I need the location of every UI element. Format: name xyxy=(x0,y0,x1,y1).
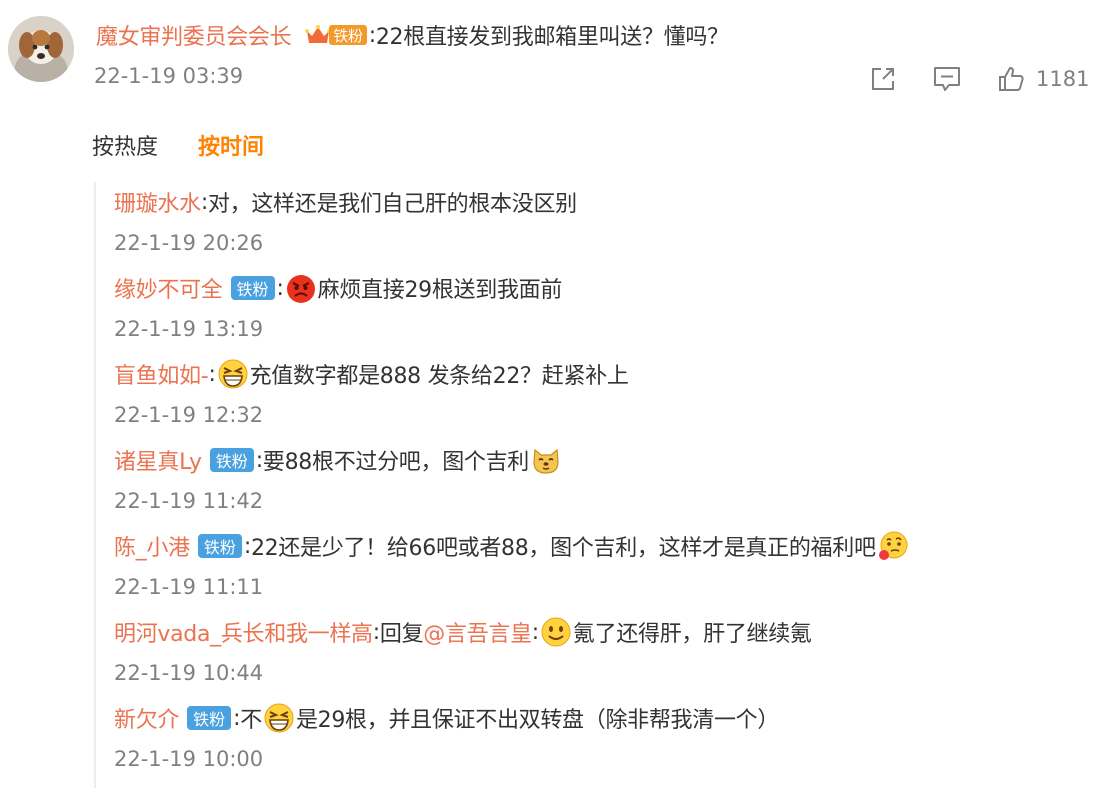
reply-item: 新欠介 铁粉 : 不 是29根，并且保证不出双转盘（除非帮我清一个） 22-1-… xyxy=(114,702,779,774)
reply-text-before: 不 xyxy=(240,708,262,733)
reply-username[interactable]: 珊璇水水 xyxy=(114,186,201,218)
angry-face-emoji xyxy=(286,275,315,303)
reply-item: 缘妙不可全 铁粉 : 麻烦直接29根送到我面前 22-1-19 13:19 xyxy=(114,272,562,344)
reply-separator: : xyxy=(255,447,263,473)
fan-badge[interactable]: 铁粉 xyxy=(305,23,367,47)
reply-item: 盲鱼如如- : 充值数字都是888 发条给22？赶紧补上 22-1-19 12:… xyxy=(114,358,629,430)
top-comment-text: 22根直接发到我邮箱里叫送？懂吗？ xyxy=(375,25,729,50)
reply-separator: : xyxy=(233,705,241,731)
reply-time: 22-1-19 10:44 xyxy=(114,661,264,685)
share-button[interactable] xyxy=(866,62,900,96)
like-button[interactable] xyxy=(994,62,1028,96)
reply-item: 陈_小港 铁粉 : 22还是少了！给66吧或者88，图个吉利，这样才是真正的福利… xyxy=(114,530,910,602)
reply-text: 对，这样还是我们自己肝的根本没区别 xyxy=(207,192,577,217)
reply-text: 麻烦直接29根送到我面前 xyxy=(317,278,563,303)
fan-badge-label: 铁粉 xyxy=(329,25,367,45)
reply-mention[interactable]: @言吾言皇 xyxy=(423,616,532,648)
fan-badge[interactable]: 铁粉 xyxy=(187,706,232,730)
reply-text: 要88根不过分吧，图个吉利 xyxy=(262,450,530,475)
comment-actions: 1181 xyxy=(866,62,1089,96)
reply-username[interactable]: 陈_小港 xyxy=(114,530,190,562)
reply-text: 22还是少了！给66吧或者88，图个吉利，这样才是真正的福利吧 xyxy=(250,536,876,561)
reply-separator: : xyxy=(200,189,208,215)
tab-sort-by-time[interactable]: 按时间 xyxy=(198,129,264,161)
reply-username[interactable]: 新欠介 xyxy=(114,702,179,734)
top-comment-username[interactable]: 魔女审判委员会会长 xyxy=(96,19,292,51)
reply-time: 22-1-19 11:42 xyxy=(114,489,264,513)
top-comment-separator: : xyxy=(368,22,376,48)
fan-badge[interactable]: 铁粉 xyxy=(230,276,275,300)
reply-username[interactable]: 缘妙不可全 xyxy=(114,272,223,304)
reply-username[interactable]: 明河vada_兵长和我一样高 xyxy=(114,616,373,648)
reply-time: 22-1-19 12:32 xyxy=(114,403,264,427)
fan-badge[interactable]: 铁粉 xyxy=(209,448,254,472)
thinking-emoji xyxy=(878,531,908,560)
reply-separator: : xyxy=(276,275,284,301)
reply-item: 珊璇水水 : 对，这样还是我们自己肝的根本没区别 22-1-19 20:26 xyxy=(114,186,577,258)
reply-separator: : xyxy=(243,533,251,559)
grinning-squint-emoji xyxy=(264,703,294,733)
sort-tabs: 按热度 按时间 xyxy=(92,130,264,160)
reply-time: 22-1-19 11:11 xyxy=(114,575,264,599)
reply-prefix: 回复 xyxy=(379,622,424,647)
reply-item: 诸星真Ly 铁粉 : 要88根不过分吧，图个吉利 22-1-19 11:42 xyxy=(114,444,563,516)
comment-button[interactable] xyxy=(930,62,964,96)
smile-emoji xyxy=(541,617,571,647)
avatar[interactable] xyxy=(8,16,74,82)
reply-separator: : xyxy=(372,619,380,645)
reply-text: 是29根，并且保证不出双转盘（除非帮我清一个） xyxy=(295,708,780,733)
tab-sort-by-hot[interactable]: 按热度 xyxy=(92,129,158,161)
top-comment-line: 魔女审判委员会会长 铁粉 : 22根直接发到我邮箱里叫送？懂吗？ xyxy=(96,19,729,51)
dog-avatar-image xyxy=(8,16,74,82)
like-icon xyxy=(999,67,1024,91)
share-icon xyxy=(872,68,894,90)
crown-icon xyxy=(305,25,332,43)
reply-time: 22-1-19 13:19 xyxy=(114,317,264,341)
reply-time: 22-1-19 10:00 xyxy=(114,747,264,771)
like-count: 1181 xyxy=(1036,67,1090,91)
reply-text: 氪了还得肝，肝了继续氪 xyxy=(572,622,812,647)
reply-time: 22-1-19 20:26 xyxy=(114,231,264,255)
comment-thread: 魔女审判委员会会长 铁粉 : 22根直接发到我邮箱里叫送？懂吗？ 22-1-19… xyxy=(0,0,1108,788)
doge-emoji xyxy=(533,448,559,474)
reply-text: 充值数字都是888 发条给22？赶紧补上 xyxy=(249,364,629,389)
comment-icon xyxy=(934,67,960,91)
reply-username[interactable]: 盲鱼如如- xyxy=(114,358,209,390)
reply-separator: : xyxy=(208,361,216,387)
fan-badge[interactable]: 铁粉 xyxy=(197,534,242,558)
reply-mention-separator: : xyxy=(531,619,539,645)
reply-username[interactable]: 诸星真Ly xyxy=(114,444,202,476)
reply-list: 珊璇水水 : 对，这样还是我们自己肝的根本没区别 22-1-19 20:26 缘… xyxy=(94,182,1094,788)
reply-item: 明河vada_兵长和我一样高 : 回复 @言吾言皇 : 氪了还得肝，肝了继续氪 … xyxy=(114,616,812,688)
grinning-squint-emoji xyxy=(218,359,248,389)
top-comment-time: 22-1-19 03:39 xyxy=(94,64,244,88)
